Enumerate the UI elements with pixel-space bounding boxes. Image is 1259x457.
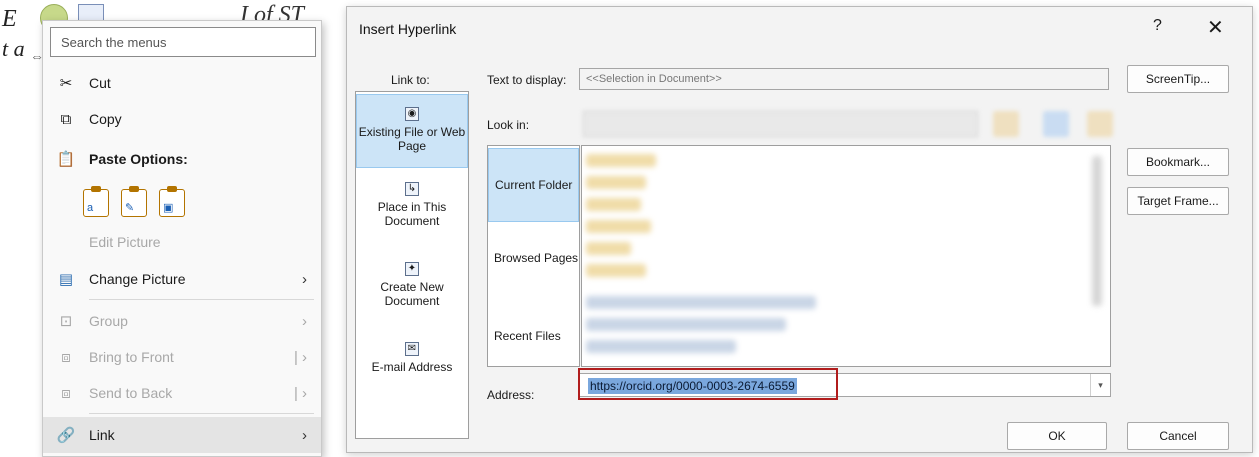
copy-icon: ⧉: [60, 110, 72, 128]
paste-keep-source-formatting-icon[interactable]: a: [83, 186, 109, 217]
new-document-icon: ✦: [405, 262, 419, 276]
menu-item-change-picture[interactable]: ▤ Change Picture ›: [43, 261, 321, 297]
link-to-create-new[interactable]: ✦ Create New Document: [356, 262, 468, 332]
file-list-item[interactable]: [586, 318, 786, 331]
browse-option-label: Recent Files: [494, 329, 561, 343]
file-list-item[interactable]: [586, 264, 646, 277]
paste-merge-formatting-icon[interactable]: ✎: [121, 186, 147, 217]
document-anchor-icon: ↳: [405, 182, 419, 196]
file-list-item[interactable]: [586, 176, 646, 189]
globe-page-icon: ◉: [405, 107, 419, 121]
clipboard-icon: 📋: [56, 151, 76, 168]
help-icon[interactable]: ?: [1153, 17, 1162, 35]
up-folder-icon[interactable]: [993, 111, 1019, 137]
menu-item-label: Link: [89, 427, 115, 443]
browse-web-icon[interactable]: [1043, 111, 1069, 137]
menu-item-group: ⊡ Group ›: [43, 303, 321, 339]
menu-item-send-to-back: ⧈ Send to Back | ›: [43, 375, 321, 411]
address-label: Address:: [487, 388, 535, 402]
search-menus-input[interactable]: Search the menus: [50, 27, 316, 57]
send-to-back-icon: ⧈: [61, 384, 71, 402]
link-to-email[interactable]: ✉ E-mail Address: [356, 342, 468, 402]
menu-item-bring-to-front: ⧈ Bring to Front | ›: [43, 339, 321, 375]
dialog-title: Insert Hyperlink: [359, 21, 457, 37]
file-list-item[interactable]: [586, 198, 641, 211]
chevron-right-icon: | ›: [293, 384, 307, 402]
look-in-label: Look in:: [487, 118, 530, 132]
chevron-right-icon: ›: [302, 312, 307, 330]
file-list-item[interactable]: [586, 340, 736, 353]
file-list-scrollbar[interactable]: [1092, 156, 1102, 306]
browse-pane: Current Folder Browsed Pages Recent File…: [487, 145, 580, 367]
menu-item-copy[interactable]: ⧉ Copy: [43, 101, 321, 137]
file-list-item[interactable]: [586, 242, 631, 255]
browse-current-folder[interactable]: Current Folder: [488, 148, 579, 222]
browse-recent-files[interactable]: Recent Files: [488, 306, 579, 366]
file-list-item[interactable]: [586, 154, 656, 167]
chevron-right-icon: ›: [302, 270, 307, 288]
link-to-option-label: E-mail Address: [371, 360, 453, 374]
menu-item-label: Group: [89, 313, 128, 329]
email-icon: ✉: [405, 342, 419, 356]
browse-option-label: Current Folder: [495, 178, 573, 192]
look-in-dropdown[interactable]: [583, 111, 978, 137]
paste-picture-icon[interactable]: ▣: [159, 186, 185, 217]
menu-item-label: Copy: [89, 111, 122, 127]
menu-item-label: Change Picture: [89, 271, 186, 287]
menu-separator: [89, 299, 314, 300]
menu-item-label: Edit Picture: [89, 234, 161, 250]
link-to-option-label: Create New Document: [380, 280, 444, 308]
document-text-fragment: t a: [2, 36, 25, 61]
menu-item-link[interactable]: 🔗 Link ›: [43, 417, 321, 453]
chevron-right-icon: ›: [302, 426, 307, 444]
group-icon: ⊡: [59, 313, 73, 330]
bring-to-front-icon: ⧈: [61, 348, 71, 366]
link-to-existing-file[interactable]: ◉ Existing File or Web Page: [356, 94, 468, 168]
file-list-item[interactable]: [586, 296, 816, 309]
document-text-fragment: E: [2, 6, 17, 32]
change-picture-icon: ▤: [58, 271, 74, 288]
address-highlight-box: [578, 368, 838, 400]
context-menu: Search the menus ✂ Cut ⧉ Copy 📋 Paste Op…: [42, 20, 322, 457]
chevron-down-icon[interactable]: ▾: [1090, 374, 1110, 396]
target-frame-button[interactable]: Target Frame...: [1127, 187, 1229, 215]
menu-item-label: Paste Options:: [89, 151, 188, 167]
menu-item-label: Cut: [89, 75, 111, 91]
search-menus-placeholder: Search the menus: [61, 34, 167, 50]
browse-browsed-pages[interactable]: Browsed Pages: [488, 228, 579, 288]
menu-item-label: Send to Back: [89, 385, 173, 401]
link-to-option-label: Place in This Document: [377, 200, 447, 228]
ok-button[interactable]: OK: [1007, 422, 1107, 450]
scissors-icon: ✂: [59, 75, 73, 92]
screentip-button[interactable]: ScreenTip...: [1127, 65, 1229, 93]
browse-option-label: Browsed Pages: [494, 251, 579, 265]
link-to-label: Link to:: [391, 73, 430, 87]
link-to-pane: ◉ Existing File or Web Page ↳ Place in T…: [355, 91, 469, 439]
chevron-right-icon: | ›: [293, 348, 307, 366]
link-to-option-label: Existing File or Web Page: [358, 125, 466, 153]
menu-heading-paste-options: 📋 Paste Options:: [43, 141, 321, 177]
bookmark-button[interactable]: Bookmark...: [1127, 148, 1229, 176]
paste-options-row: a ✎ ▣: [83, 186, 185, 217]
link-to-place-in-document[interactable]: ↳ Place in This Document: [356, 182, 468, 252]
browse-file-icon[interactable]: [1087, 111, 1113, 137]
link-icon: 🔗: [56, 427, 76, 444]
text-to-display-input[interactable]: <<Selection in Document>>: [579, 68, 1109, 90]
menu-item-edit-picture: Edit Picture: [43, 224, 321, 260]
close-icon[interactable]: ✕: [1207, 15, 1224, 40]
file-list-item[interactable]: [586, 220, 651, 233]
menu-separator: [89, 413, 314, 414]
text-to-display-label: Text to display:: [487, 73, 567, 87]
menu-item-cut[interactable]: ✂ Cut: [43, 65, 321, 101]
menu-item-label: Bring to Front: [89, 349, 174, 365]
cancel-button[interactable]: Cancel: [1127, 422, 1229, 450]
insert-hyperlink-dialog: Insert Hyperlink ? ✕ Link to: ◉ Existing…: [346, 6, 1253, 453]
file-list[interactable]: [581, 145, 1111, 367]
